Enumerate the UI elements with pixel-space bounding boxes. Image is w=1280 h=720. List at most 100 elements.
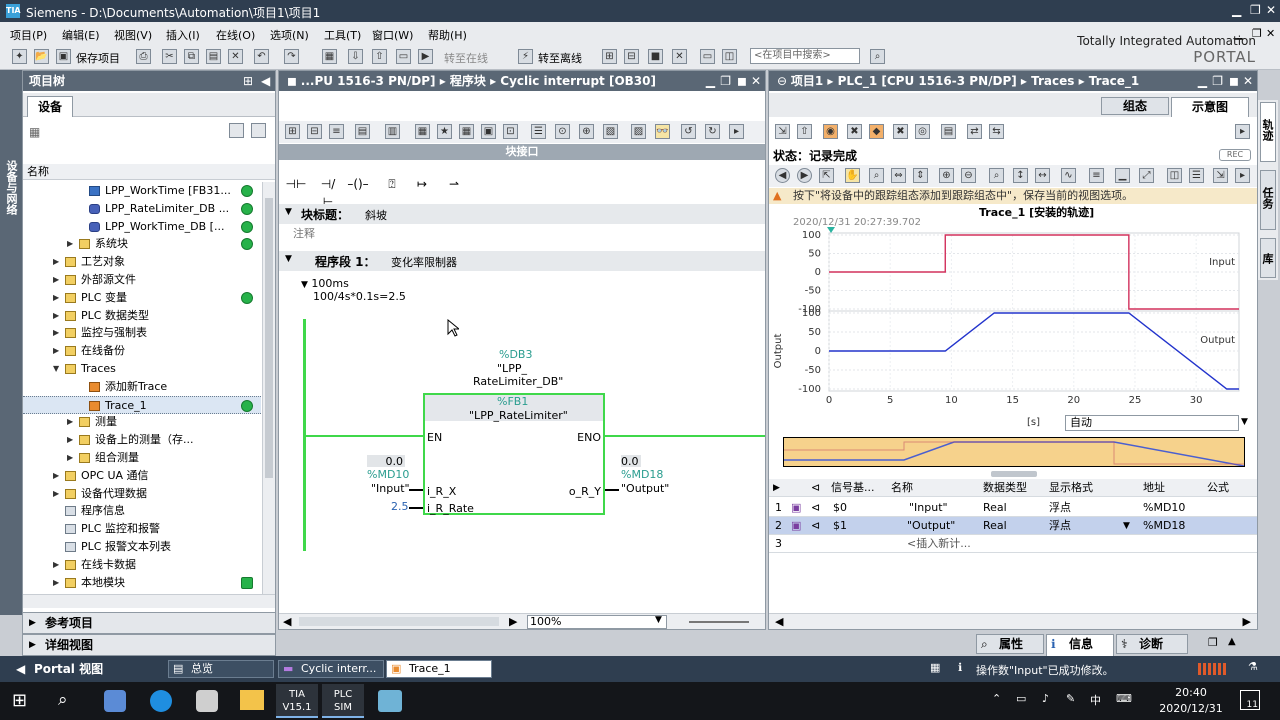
upload-icon[interactable]: ⇧	[372, 49, 387, 64]
output-operand-name[interactable]: "Output"	[621, 482, 669, 495]
tree-item[interactable]: ▶ 在线卡数据	[23, 556, 261, 574]
tree-overview-icon[interactable]	[251, 123, 266, 138]
scale-mode-dropdown-icon[interactable]: ▼	[1241, 417, 1248, 427]
status-compile-icon[interactable]: ⚗	[1248, 660, 1258, 673]
diagram-zoom-y-icon[interactable]: ⇕	[913, 168, 928, 183]
pen-icon[interactable]: ✎	[1066, 692, 1075, 705]
tree-item[interactable]: ▶ PLC 数据类型	[23, 307, 261, 325]
trace-hscrollbar[interactable]: ◀ ▶	[769, 613, 1257, 629]
expand-right-icon[interactable]: ▶	[53, 253, 59, 271]
download-icon[interactable]: ⇩	[348, 49, 363, 64]
go-online-button[interactable]: 转至在线	[444, 50, 488, 66]
network-icon[interactable]: ▭	[1016, 692, 1026, 705]
trace-observe-icon[interactable]: ◉	[823, 124, 838, 139]
trace-import-icon[interactable]: ⇆	[989, 124, 1004, 139]
scroll-left-icon[interactable]: ◀	[775, 615, 783, 628]
diagram-expand-icon[interactable]: ⤢	[1139, 168, 1154, 183]
scroll-right-icon[interactable]: ▶	[1243, 615, 1251, 628]
restore-icon[interactable]: ❐	[1250, 3, 1261, 17]
close-x-icon[interactable]: ✕	[672, 49, 687, 64]
instance-db-name-2[interactable]: RateLimiter_DB"	[473, 375, 563, 388]
delete-icon[interactable]: ✕	[228, 49, 243, 64]
tb-nav-icon[interactable]: ▧	[603, 124, 618, 139]
trace-stop-icon[interactable]: ✖	[847, 124, 862, 139]
app-icon-8[interactable]	[378, 690, 402, 712]
trace-maximize-icon[interactable]: ◼	[1229, 71, 1239, 91]
instance-db-name-1[interactable]: "LPP_	[497, 362, 527, 375]
diagram-minimize-icon[interactable]: ▁	[1115, 168, 1130, 183]
tb-lines-icon[interactable]: ☰	[531, 124, 546, 139]
tree-item[interactable]: ▶ 设备代理数据	[23, 485, 261, 503]
file-explorer-icon[interactable]	[240, 690, 264, 710]
tb-open-all-icon[interactable]: ▥	[385, 124, 400, 139]
menu-insert[interactable]: 插入(I)	[166, 27, 200, 43]
tb-abs-icon[interactable]: ▦	[415, 124, 430, 139]
portal-view-button[interactable]: ◀ Portal 视图	[4, 658, 148, 680]
tb-monitor-icon[interactable]: 👓	[655, 124, 670, 139]
col-datatype[interactable]: 数据类型	[983, 479, 1027, 497]
undo-icon[interactable]: ↶	[254, 49, 269, 64]
tree-item[interactable]: ▶ PLC 变量	[23, 289, 261, 307]
tree-vscrollbar[interactable]	[262, 182, 275, 594]
diagram-back-icon[interactable]: ◀	[775, 168, 790, 183]
trace-delete-icon[interactable]: ◎	[915, 124, 930, 139]
diagram-expand-all-icon[interactable]: ⇲	[1213, 168, 1228, 183]
tb-overview-icon[interactable]: ▨	[631, 124, 646, 139]
trace-export-icon[interactable]: ⇄	[967, 124, 982, 139]
stop-cpu-icon[interactable]: ■	[648, 49, 663, 64]
diagram-zoom-in-icon[interactable]: ⊕	[939, 168, 954, 183]
new-project-icon[interactable]: ✦	[12, 49, 27, 64]
diagram-zoom-out-icon[interactable]: ⊖	[961, 168, 976, 183]
diagram-select-icon[interactable]: ⇱	[819, 168, 834, 183]
editor-minimize-icon[interactable]: ▁	[706, 71, 715, 91]
split-vertical-icon[interactable]: ◫	[722, 49, 737, 64]
expand-right-icon[interactable]: ▶	[53, 556, 59, 574]
search-go-icon[interactable]: ⌕	[870, 49, 885, 64]
rate-value[interactable]: 2.5	[391, 500, 409, 513]
tb-more-icon[interactable]: ▸	[729, 124, 744, 139]
clock-time[interactable]: 20:40	[1160, 686, 1222, 699]
close-branch-icon[interactable]: ⇀	[443, 175, 465, 193]
zoom-slider[interactable]	[689, 621, 749, 623]
trace-activate-icon[interactable]: ◆	[869, 124, 884, 139]
tab-properties[interactable]: ⌕ 属性	[976, 634, 1044, 654]
menu-edit[interactable]: 编辑(E)	[62, 27, 100, 43]
no-contact-icon[interactable]: ⊣⊢	[285, 175, 307, 193]
fb-box-lpp-ratelimiter[interactable]: %FB1 "LPP_RateLimiter" EN ENO i_R_X i_R_…	[423, 393, 605, 515]
save-icon[interactable]: ▣	[56, 49, 71, 64]
expand-right-icon[interactable]: ▶	[67, 449, 73, 467]
tab-info[interactable]: ℹ 信息	[1046, 634, 1114, 656]
diagram-signals-icon[interactable]: ≡	[1089, 168, 1104, 183]
tree-item[interactable]: ▶ 设备上的测量（存...	[23, 431, 261, 449]
scroll-right-icon[interactable]: ▶	[509, 615, 517, 628]
header-expand-icon[interactable]: ▶	[773, 479, 780, 497]
ime-mode[interactable]: 中	[1090, 692, 1101, 708]
diagram-split-icon[interactable]: ◫	[1167, 168, 1182, 183]
project-search-input[interactable]: <在项目中搜索>	[750, 48, 860, 64]
clock-date[interactable]: 2020/12/31	[1156, 702, 1226, 715]
trace-deactivate-icon[interactable]: ✖	[893, 124, 908, 139]
trace-minimize-icon[interactable]: ▁	[1198, 71, 1207, 91]
cross-reference-icon[interactable]: ⊟	[624, 49, 639, 64]
open-branch-icon[interactable]: ↦	[411, 175, 433, 193]
close-icon[interactable]: ✕	[1266, 3, 1276, 17]
minimize-icon[interactable]: ▁	[1232, 3, 1241, 17]
open-project-icon[interactable]: 📂	[34, 49, 49, 64]
windows-start-icon[interactable]: ⊞	[12, 690, 27, 711]
tree-list-view-icon[interactable]	[229, 123, 244, 138]
splitter-handle[interactable]	[991, 471, 1037, 477]
tb-insert-row-icon[interactable]: ≡	[329, 124, 344, 139]
tree-item[interactable]: LPP_WorkTime_DB [...	[23, 218, 261, 236]
empty-box-icon[interactable]: ⍰	[381, 175, 403, 193]
trace-overview-strip[interactable]	[783, 437, 1245, 467]
diagram-zoom-x-icon[interactable]: ⇔	[891, 168, 906, 183]
signal-name[interactable]: "Input"	[909, 499, 948, 517]
table-row[interactable]: 1 ▣ ⊲ $0 "Input" Real 浮点 %MD10	[769, 499, 1257, 517]
copy-icon[interactable]: ⧉	[184, 49, 199, 64]
status-keyboard-icon[interactable]: ▦	[930, 661, 940, 674]
editor-float-icon[interactable]: ❐	[720, 71, 731, 91]
network-comment-toggle[interactable]: ▼ 100ms	[301, 277, 349, 290]
tb-delete-network-icon[interactable]: ⊟	[307, 124, 322, 139]
network-1-header[interactable]: ▼ 程序段 1： 变化率限制器	[279, 251, 765, 271]
reference-projects-section[interactable]: ▶ 参考项目	[22, 612, 276, 634]
